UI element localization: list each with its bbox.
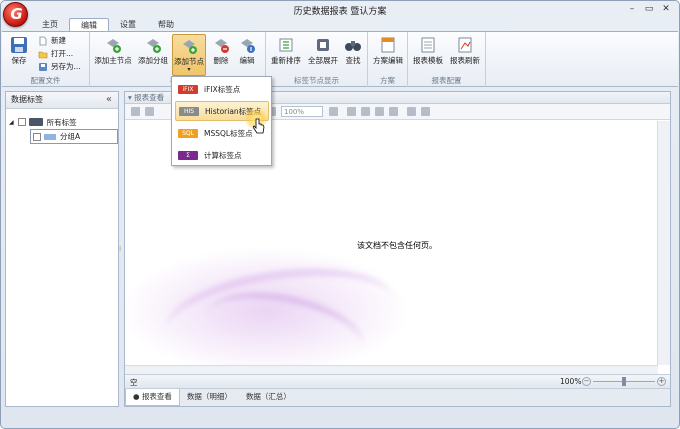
prev-page-icon[interactable] xyxy=(361,107,370,116)
historian-badge-icon: HIS xyxy=(179,106,199,116)
add-main-node-icon xyxy=(107,39,121,53)
sigma-badge-icon: Σ xyxy=(178,150,198,160)
report-panel-title: 报表查看 xyxy=(134,93,165,102)
toolbar-page-setup-icon[interactable] xyxy=(407,107,416,116)
data-tags-panel: 数据标签 « ◢ 所有标签 分组A xyxy=(5,91,119,407)
tree-node-label: 所有标签 xyxy=(46,117,77,127)
group-tag-icon xyxy=(44,133,56,140)
first-page-icon[interactable] xyxy=(347,107,356,116)
report-status-bar: 空 100% − + xyxy=(125,374,670,388)
save-as-icon xyxy=(39,62,47,71)
window-title: 历史数据报表 暨认方案 xyxy=(293,7,387,17)
open-folder-icon xyxy=(38,51,48,58)
menu-item-calculated[interactable]: Σ 计算标签点 xyxy=(175,145,269,165)
save-button[interactable]: 保存 xyxy=(6,34,32,74)
tree-node-label: 分组A xyxy=(60,132,81,141)
app-logo-icon[interactable]: G xyxy=(3,2,28,27)
toolbar-open-icon[interactable] xyxy=(145,107,154,116)
delete-icon xyxy=(215,39,229,53)
expand-all-button[interactable]: 全部展开 xyxy=(306,34,340,74)
mssql-badge-icon: SQL xyxy=(178,128,198,138)
report-template-icon xyxy=(421,37,435,53)
chevron-down-icon: ▾ xyxy=(187,66,191,73)
zoom-select[interactable]: 100% xyxy=(281,106,323,117)
minimize-icon[interactable]: – xyxy=(625,4,639,15)
group-label-report-config: 报表配置 xyxy=(431,76,462,85)
tab-help[interactable]: 帮助 xyxy=(147,18,185,32)
tab-home[interactable]: 主页 xyxy=(31,18,69,32)
add-group-icon xyxy=(147,39,161,53)
group-node-display: 重新排序 全部展开 查找 标签节点显示 xyxy=(266,32,368,87)
tag-root-icon xyxy=(28,118,43,126)
zoom-in-icon[interactable]: + xyxy=(657,377,666,386)
group-label-config: 配置文件 xyxy=(30,76,61,85)
zoom-level: 100% xyxy=(560,377,582,386)
zoom-slider-thumb[interactable] xyxy=(622,377,626,386)
splitter-handle[interactable]: ⁞ xyxy=(119,245,123,255)
expand-all-icon xyxy=(317,39,329,51)
tree-expander-icon[interactable]: ◢ xyxy=(9,119,14,126)
toolbar-multipage-icon[interactable] xyxy=(421,107,430,116)
edit-icon xyxy=(241,39,255,53)
add-node-button[interactable]: 添加节点 ▾ xyxy=(172,34,206,76)
new-button[interactable]: 新建 xyxy=(38,35,66,46)
reorder-button[interactable]: 重新排序 xyxy=(268,34,304,74)
group-report-config: 报表模板 报表刷新 报表配置 xyxy=(408,32,486,87)
reorder-icon xyxy=(279,38,293,52)
scheme-edit-icon xyxy=(381,37,395,53)
close-icon[interactable]: ✕ xyxy=(659,4,673,15)
group-checkbox[interactable] xyxy=(33,132,41,141)
save-as-button[interactable]: 另存为... xyxy=(38,61,81,72)
binoculars-icon xyxy=(345,41,361,51)
panel-title: 数据标签 xyxy=(6,92,118,109)
delete-button[interactable]: 删除 xyxy=(210,34,232,74)
group-label-scheme: 方案 xyxy=(380,76,395,85)
save-icon xyxy=(11,37,27,53)
report-refresh-icon xyxy=(458,37,472,53)
ribbon: 保存 新建 打开... 另存为... 配置文件 添加主节点 添加分组 添加节点 … xyxy=(2,31,678,87)
ifix-badge-icon: iFIX xyxy=(178,84,198,94)
open-button[interactable]: 打开... xyxy=(38,48,73,59)
scheme-edit-button[interactable]: 方案编辑 xyxy=(371,34,405,74)
add-main-node-button[interactable]: 添加主节点 xyxy=(94,34,132,74)
toolbar-magnifier-icon[interactable] xyxy=(329,107,338,116)
last-page-icon[interactable] xyxy=(389,107,398,116)
menu-item-ifix[interactable]: iFIX iFIX标签点 xyxy=(175,79,269,99)
vertical-scrollbar[interactable] xyxy=(657,121,670,365)
title-bar: G 历史数据报表 暨认方案 – ▭ ✕ xyxy=(1,1,679,27)
report-bottom-tabs: ● 报表查看 数据（明细） 数据（汇总） xyxy=(125,388,670,406)
app-window: G 历史数据报表 暨认方案 – ▭ ✕ 主页 编辑 设置 帮助 保存 新建 打开… xyxy=(0,0,680,429)
new-file-icon xyxy=(39,36,47,45)
root-checkbox[interactable] xyxy=(17,118,26,126)
report-template-button[interactable]: 报表模板 xyxy=(411,34,445,74)
tab-settings[interactable]: 设置 xyxy=(109,18,147,32)
status-text: 空 xyxy=(130,378,138,387)
empty-document-message: 该文档不包含任何页。 xyxy=(357,241,437,250)
find-button[interactable]: 查找 xyxy=(342,34,364,74)
tree-node-group[interactable]: 分组A xyxy=(30,129,118,144)
toolbar-find-icon[interactable] xyxy=(131,107,140,116)
group-label-node-display: 标签节点显示 xyxy=(294,76,339,85)
next-page-icon[interactable] xyxy=(375,107,384,116)
ribbon-tabs: 主页 编辑 设置 帮助 xyxy=(31,18,185,32)
group-scheme: 方案编辑 方案 xyxy=(368,32,408,87)
report-refresh-button[interactable]: 报表刷新 xyxy=(448,34,482,74)
edit-button[interactable]: 编辑 xyxy=(236,34,258,74)
tab-data-summary[interactable]: 数据（汇总） xyxy=(239,389,298,406)
tab-edit[interactable]: 编辑 xyxy=(69,18,109,32)
zoom-out-icon[interactable]: − xyxy=(582,377,591,386)
horizontal-scrollbar[interactable] xyxy=(125,365,658,374)
add-group-button[interactable]: 添加分组 xyxy=(136,34,170,74)
hand-cursor-icon xyxy=(253,118,265,134)
add-node-icon xyxy=(183,40,197,54)
tab-data-detail[interactable]: 数据（明细） xyxy=(180,389,239,406)
group-config: 保存 新建 打开... 另存为... 配置文件 xyxy=(2,32,90,87)
tab-report-view[interactable]: ● 报表查看 xyxy=(125,389,180,406)
tree-node-root[interactable]: ◢ 所有标签 xyxy=(9,116,77,128)
collapse-panel-button[interactable]: « xyxy=(106,94,112,105)
maximize-icon[interactable]: ▭ xyxy=(642,4,656,15)
